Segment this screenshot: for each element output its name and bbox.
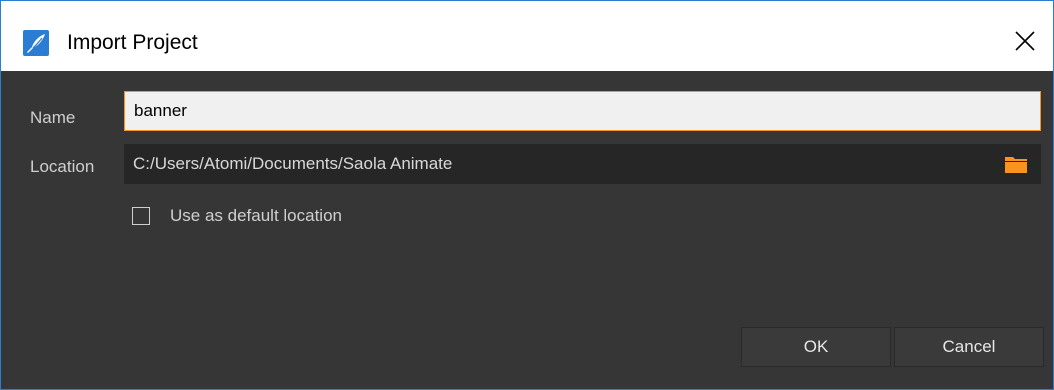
- folder-icon: [1005, 157, 1027, 173]
- cancel-button[interactable]: Cancel: [894, 327, 1044, 367]
- name-label: Name: [30, 108, 76, 127]
- close-button[interactable]: [997, 21, 1053, 61]
- default-location-label: Use as default location: [170, 206, 342, 225]
- name-input[interactable]: [124, 91, 1041, 131]
- title-bar[interactable]: Import Project: [1, 1, 1053, 71]
- dialog-body: Name Location C:/Users/Atomi/Documents/S…: [1, 71, 1053, 389]
- dialog-title: Import Project: [67, 31, 198, 54]
- location-path: C:/Users/Atomi/Documents/Saola Animate: [133, 154, 453, 173]
- location-label: Location: [30, 157, 95, 176]
- ok-button[interactable]: OK: [741, 327, 891, 367]
- close-icon: [1015, 31, 1035, 51]
- default-location-checkbox[interactable]: [132, 207, 150, 225]
- import-project-dialog: Import Project Name Location C:/Users/At…: [0, 0, 1054, 390]
- browse-folder-button[interactable]: [1005, 155, 1027, 173]
- saola-animate-logo-icon: [23, 30, 49, 56]
- location-field[interactable]: C:/Users/Atomi/Documents/Saola Animate: [124, 144, 1041, 184]
